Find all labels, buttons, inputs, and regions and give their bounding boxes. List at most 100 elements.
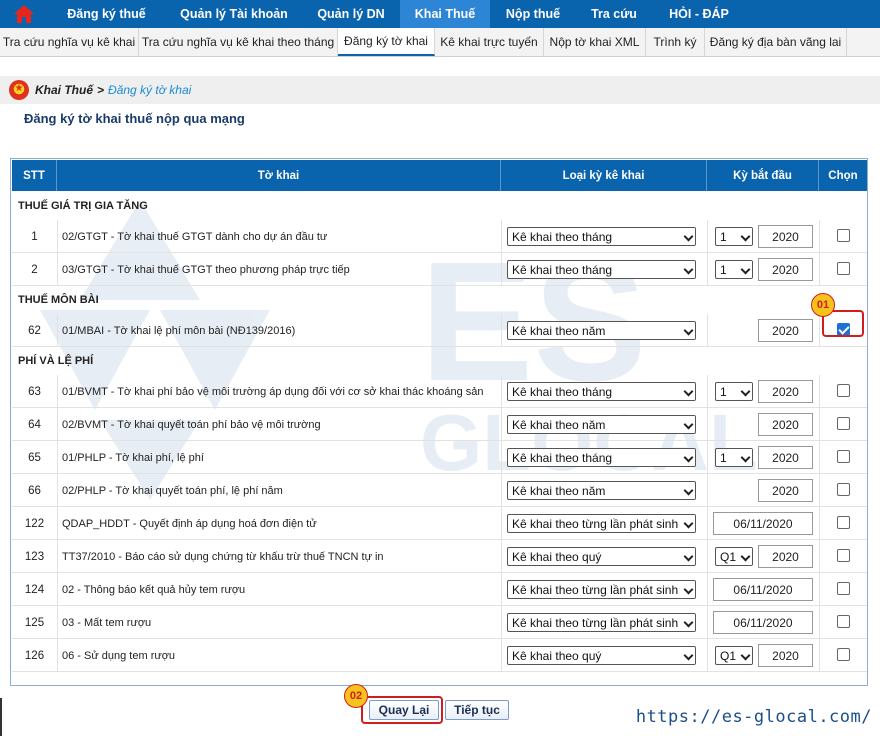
start-year-input[interactable]: 06/11/2020 xyxy=(713,578,813,601)
column-divider xyxy=(57,375,58,408)
period-type-select[interactable]: Kê khai theo từng lần phát sinh xyxy=(507,613,696,632)
column-divider xyxy=(57,474,58,507)
home-button[interactable] xyxy=(0,0,47,28)
period-type-select[interactable]: Kê khai theo năm xyxy=(507,321,696,340)
select-checkbox[interactable] xyxy=(837,450,850,463)
column-divider xyxy=(57,573,58,606)
start-year-input[interactable]: 2020 xyxy=(758,644,813,667)
start-year-input[interactable]: 2020 xyxy=(758,225,813,248)
row-stt: 125 xyxy=(24,616,45,629)
start-period-value: 1 xyxy=(720,450,727,465)
tab-tra-cuu-nghia-vu-theo-thang[interactable]: Tra cứu nghĩa vụ kê khai theo tháng xyxy=(139,28,338,56)
row-stt: 62 xyxy=(28,324,41,337)
column-divider xyxy=(819,375,820,408)
start-year-input[interactable]: 06/11/2020 xyxy=(713,611,813,634)
nav-item-quan-ly-dn[interactable]: Quản lý DN xyxy=(302,0,400,28)
next-button[interactable]: Tiếp tục xyxy=(445,700,509,720)
period-type-select[interactable]: Kê khai theo tháng xyxy=(507,382,696,401)
start-period-select[interactable]: Q1 xyxy=(715,646,753,665)
header-to-khai: Tờ khai xyxy=(57,160,501,191)
column-divider xyxy=(707,474,708,507)
select-checkbox[interactable] xyxy=(837,582,850,595)
start-year-input[interactable]: 2020 xyxy=(758,446,813,469)
select-checkbox[interactable] xyxy=(837,483,850,496)
select-checkbox[interactable] xyxy=(837,262,850,275)
row-form-name: TT37/2010 - Báo cáo sử dụng chứng từ khấ… xyxy=(62,550,384,563)
period-type-value: Kê khai theo từng lần phát sinh xyxy=(512,615,679,630)
period-type-select[interactable]: Kê khai theo tháng xyxy=(507,260,696,279)
column-divider xyxy=(707,606,708,639)
select-checkbox[interactable] xyxy=(837,648,850,661)
select-checkbox[interactable] xyxy=(837,384,850,397)
nav-item-hoi-dap[interactable]: HỎI - ĐÁP xyxy=(652,0,746,28)
nav-item-tra-cuu[interactable]: Tra cứu xyxy=(576,0,652,28)
header-ky-bat-dau: Kỳ bắt đầu xyxy=(707,160,819,191)
start-period-select[interactable]: 1 xyxy=(715,227,753,246)
start-year-input[interactable]: 2020 xyxy=(758,380,813,403)
table-row: 123 TT37/2010 - Báo cáo sử dụng chứng từ … xyxy=(12,540,867,573)
table-row: 124 02 - Thông báo kết quả hủy tem rượu Kê… xyxy=(12,573,867,606)
start-year-input[interactable]: 2020 xyxy=(758,479,813,502)
start-period-select[interactable]: 1 xyxy=(715,260,753,279)
column-divider xyxy=(819,606,820,639)
start-year-input[interactable]: 06/11/2020 xyxy=(713,512,813,535)
period-type-value: Kê khai theo từng lần phát sinh xyxy=(512,582,679,597)
tab-ke-khai-truc-tuyen[interactable]: Kê khai trực tuyến xyxy=(435,28,544,56)
start-period-select[interactable]: 1 xyxy=(715,382,753,401)
tab-nop-to-khai-xml[interactable]: Nộp tờ khai XML xyxy=(544,28,646,56)
nav-item-quan-ly-tai-khoan[interactable]: Quản lý Tài khoản xyxy=(166,0,302,28)
start-year-input[interactable]: 2020 xyxy=(758,413,813,436)
row-form-name: 01/MBAI - Tờ khai lệ phí môn bài (NĐ139/… xyxy=(62,324,296,337)
start-period-select[interactable]: Q1 xyxy=(715,547,753,566)
table-row: 63 01/BVMT - Tờ khai phí bảo vệ môi trườn… xyxy=(12,375,867,408)
period-type-select[interactable]: Kê khai theo năm xyxy=(507,481,696,500)
tab-dang-ky-to-khai[interactable]: Đăng ký tờ khai xyxy=(338,28,435,56)
nav-item-khai-thue[interactable]: Khai Thuế xyxy=(400,0,490,28)
header-stt: STT xyxy=(12,160,57,191)
period-type-value: Kê khai theo năm xyxy=(512,483,606,498)
column-divider xyxy=(707,573,708,606)
period-type-select[interactable]: Kê khai theo quý xyxy=(507,547,696,566)
column-divider xyxy=(707,375,708,408)
row-form-name: 02/GTGT - Tờ khai thuế GTGT dành cho dự … xyxy=(62,230,328,243)
select-checkbox[interactable] xyxy=(837,615,850,628)
row-form-name: 01/BVMT - Tờ khai phí bảo vệ môi trường … xyxy=(62,385,484,398)
column-divider xyxy=(707,220,708,253)
start-period-select[interactable]: 1 xyxy=(715,448,753,467)
section-header: THUẾ GIÁ TRỊ GIA TĂNG xyxy=(18,200,148,212)
start-year-input[interactable]: 2020 xyxy=(758,545,813,568)
period-type-select[interactable]: Kê khai theo tháng xyxy=(507,448,696,467)
period-type-select[interactable]: Kê khai theo tháng xyxy=(507,227,696,246)
breadcrumb-root[interactable]: Khai Thuế xyxy=(35,83,93,97)
row-stt: 122 xyxy=(24,517,45,530)
column-divider xyxy=(819,573,820,606)
nav-item-dang-ky-thue[interactable]: Đăng ký thuế xyxy=(47,0,166,28)
tab-dang-ky-dia-ban-vang-lai[interactable]: Đăng ký địa bàn vãng lai xyxy=(705,28,847,56)
tab-tra-cuu-nghia-vu[interactable]: Tra cứu nghĩa vụ kê khai xyxy=(0,28,139,56)
start-year-input[interactable]: 2020 xyxy=(758,319,813,342)
period-type-select[interactable]: Kê khai theo quý xyxy=(507,646,696,665)
footer-url: https://es-glocal.com/ xyxy=(635,707,872,727)
select-checkbox[interactable] xyxy=(837,417,850,430)
column-divider xyxy=(819,314,820,347)
period-type-value: Kê khai theo tháng xyxy=(512,450,613,465)
column-divider xyxy=(57,441,58,474)
select-checkbox[interactable] xyxy=(837,229,850,242)
back-button[interactable]: Quay Lại xyxy=(369,700,439,720)
period-type-value: Kê khai theo từng lần phát sinh xyxy=(512,516,679,531)
column-divider xyxy=(57,540,58,573)
tab-trinh-ky[interactable]: Trình ký xyxy=(646,28,705,56)
column-divider xyxy=(707,540,708,573)
table-row: 1 02/GTGT - Tờ khai thuế GTGT dành cho dự… xyxy=(12,220,867,253)
row-stt: 124 xyxy=(24,583,45,596)
period-type-select[interactable]: Kê khai theo từng lần phát sinh xyxy=(507,514,696,533)
period-type-select[interactable]: Kê khai theo từng lần phát sinh xyxy=(507,580,696,599)
period-type-select[interactable]: Kê khai theo năm xyxy=(507,415,696,434)
select-checkbox[interactable] xyxy=(837,516,850,529)
declaration-table: STT Tờ khai Loại kỳ kê khai Kỳ bắt đầu C… xyxy=(10,158,868,686)
nav-item-nop-thue[interactable]: Nộp thuế xyxy=(490,0,576,28)
select-checkbox[interactable] xyxy=(837,549,850,562)
table-row: 2 03/GTGT - Tờ khai thuế GTGT theo phương… xyxy=(12,253,867,286)
row-stt: 64 xyxy=(28,418,41,431)
start-year-input[interactable]: 2020 xyxy=(758,258,813,281)
